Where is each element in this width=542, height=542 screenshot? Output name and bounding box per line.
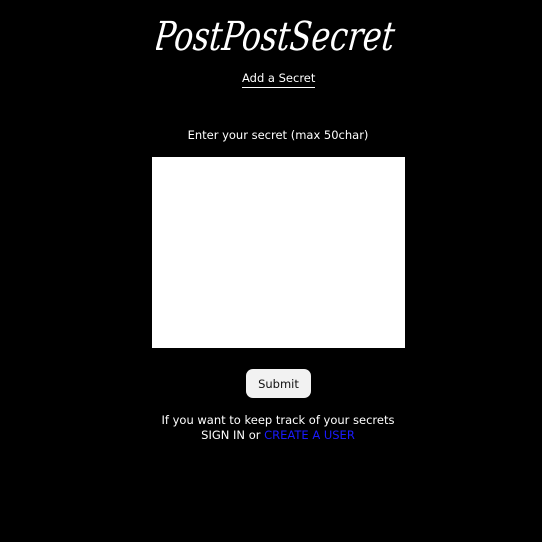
secret-input-label: Enter your secret (max 50char)	[187, 128, 369, 142]
secret-textarea[interactable]	[152, 157, 405, 348]
create-user-link[interactable]: CREATE A USER	[264, 428, 355, 442]
track-secrets-text: If you want to keep track of your secret…	[161, 413, 395, 427]
site-logo: PostPostSecret	[156, 4, 402, 64]
auth-links: SIGN IN or CREATE A USER	[0, 428, 542, 443]
site-logo-wordmark: PostPostSecret	[156, 14, 398, 60]
sign-in-link[interactable]: SIGN IN	[201, 428, 245, 442]
site-logo-text: PostPostSecret	[156, 14, 398, 60]
submit-button[interactable]: Submit	[246, 369, 311, 398]
or-text: or	[248, 428, 261, 442]
add-secret-link[interactable]: Add a Secret	[242, 71, 315, 88]
